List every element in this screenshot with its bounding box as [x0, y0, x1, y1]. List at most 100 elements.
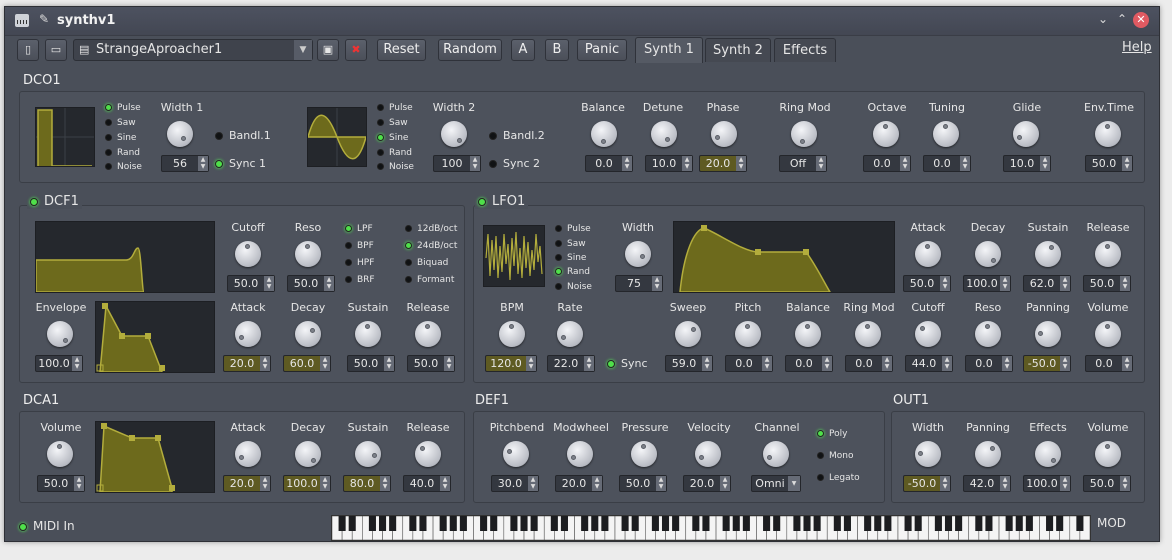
dco1-width1-spin[interactable]: 56 ▲ ▼ [161, 155, 209, 172]
dco1-shape1-saw[interactable]: Saw [105, 118, 136, 128]
dcf1-sustain-spin[interactable]: 50.0 ▲ ▼ [347, 355, 395, 372]
lfo1-cutoff-spin[interactable]: 44.0 ▲ ▼ [905, 355, 953, 372]
dcf1-slope-12[interactable]: 12dB/oct [405, 224, 457, 234]
dco1-sync1-toggle[interactable]: Sync 1 [215, 157, 266, 170]
lfo1-shape-sine[interactable]: Sine [555, 253, 586, 263]
lfo1-release-knob[interactable] [1095, 241, 1121, 267]
dco1-bandl2-toggle[interactable]: Bandl.2 [489, 129, 545, 142]
new-file-button[interactable]: ▯ [17, 39, 39, 61]
def1-channel-combo[interactable]: Omni ▼ [751, 475, 801, 492]
dco1-shape2-noise[interactable]: Noise [377, 162, 414, 172]
def1-velocity-spin[interactable]: 20.0 ▲ ▼ [683, 475, 731, 492]
lfo1-sustain-knob[interactable] [1035, 241, 1061, 267]
lfo1-sweep-knob[interactable] [675, 321, 701, 347]
out1-width-spin[interactable]: -50.0 ▲ ▼ [903, 475, 951, 492]
lfo1-volume-knob[interactable] [1095, 321, 1121, 347]
lfo1-attack-knob[interactable] [915, 241, 941, 267]
dca1-volume-spin[interactable]: 50.0 ▲ ▼ [37, 475, 85, 492]
dco1-envtime-knob[interactable] [1095, 121, 1121, 147]
lfo1-sweep-spin[interactable]: 59.0 ▲ ▼ [665, 355, 713, 372]
lfo1-attack-spin[interactable]: 50.0 ▲ ▼ [903, 275, 951, 292]
lfo1-sync-toggle[interactable]: Sync [607, 357, 648, 370]
dcf1-release-knob[interactable] [415, 321, 441, 347]
a-button[interactable]: A [511, 39, 535, 61]
def1-pitchbend-spin[interactable]: 30.0 ▲ ▼ [491, 475, 539, 492]
lfo1-reso-knob[interactable] [975, 321, 1001, 347]
def1-pressure-spin[interactable]: 50.0 ▲ ▼ [619, 475, 667, 492]
dcf1-slope-biquad[interactable]: Biquad [405, 258, 448, 268]
lfo1-width-spin[interactable]: 75 ▲ ▼ [615, 275, 663, 292]
dco1-phase-spin[interactable]: 20.0 ▲ ▼ [699, 155, 747, 172]
out1-effects-knob[interactable] [1035, 441, 1061, 467]
dcf1-enable-toggle[interactable]: DCF1 [27, 194, 82, 209]
dcf1-slope-formant[interactable]: Formant [405, 275, 454, 285]
dca1-sustain-knob[interactable] [355, 441, 381, 467]
dco1-detune-knob[interactable] [651, 121, 677, 147]
lfo1-shape-rand[interactable]: Rand [555, 267, 590, 277]
dco1-shape2-sine[interactable]: Sine [377, 133, 408, 143]
lfo1-shape-pulse[interactable]: Pulse [555, 224, 591, 234]
dco1-sync2-toggle[interactable]: Sync 2 [489, 157, 540, 170]
dco1-width2-knob[interactable] [441, 121, 467, 147]
dcf1-decay-spin[interactable]: 60.0 ▲ ▼ [283, 355, 331, 372]
close-button[interactable]: ✕ [1133, 12, 1149, 28]
def1-pitchbend-knob[interactable] [503, 441, 529, 467]
lfo1-width-knob[interactable] [625, 241, 651, 267]
def1-velocity-knob[interactable] [695, 441, 721, 467]
dcf1-attack-spin[interactable]: 20.0 ▲ ▼ [223, 355, 271, 372]
lfo1-ringmod-knob[interactable] [855, 321, 881, 347]
preset-combo[interactable]: ▤ StrangeAproacher1 ▼ [73, 39, 313, 61]
dco1-glide-spin[interactable]: 10.0 ▲ ▼ [1003, 155, 1051, 172]
dco1-balance-knob[interactable] [591, 121, 617, 147]
delete-button[interactable]: ✖ [345, 39, 367, 61]
dcf1-type-bpf[interactable]: BPF [345, 241, 374, 251]
lfo1-pitch-knob[interactable] [735, 321, 761, 347]
dcf1-slope-24[interactable]: 24dB/oct [405, 241, 457, 251]
dcf1-reso-spin[interactable]: 50.0 ▲ ▼ [287, 275, 335, 292]
out1-panning-spin[interactable]: 42.0 ▲ ▼ [963, 475, 1011, 492]
dco1-octave-spin[interactable]: 0.0 ▲ ▼ [863, 155, 911, 172]
lfo1-panning-spin[interactable]: -50.0 ▲ ▼ [1023, 355, 1071, 372]
lfo1-panning-knob[interactable] [1035, 321, 1061, 347]
dcf1-attack-knob[interactable] [235, 321, 261, 347]
dco1-detune-spin[interactable]: 10.0 ▲ ▼ [645, 155, 693, 172]
dca1-volume-knob[interactable] [47, 441, 73, 467]
dcf1-sustain-knob[interactable] [355, 321, 381, 347]
dca1-sustain-spin[interactable]: 80.0 ▲ ▼ [343, 475, 391, 492]
dcf1-type-lpf[interactable]: LPF [345, 224, 373, 234]
out1-effects-spin[interactable]: 100.0 ▲ ▼ [1023, 475, 1071, 492]
dco1-shape1-sine[interactable]: Sine [105, 133, 136, 143]
lfo1-enable-toggle[interactable]: LFO1 [475, 194, 529, 209]
def1-channel-knob[interactable] [763, 441, 789, 467]
lfo1-rate-knob[interactable] [557, 321, 583, 347]
pin-icon[interactable]: ✎ [39, 12, 49, 26]
def1-pressure-knob[interactable] [631, 441, 657, 467]
def1-modwheel-spin[interactable]: 20.0 ▲ ▼ [555, 475, 603, 492]
dcf1-decay-knob[interactable] [295, 321, 321, 347]
dco1-ringmod-spin[interactable]: Off ▲ ▼ [779, 155, 827, 172]
dco1-width2-spin[interactable]: 100 ▲ ▼ [433, 155, 481, 172]
open-file-button[interactable]: ▭ [45, 39, 67, 61]
reset-button[interactable]: Reset [377, 39, 426, 61]
maximize-button[interactable]: ⌃ [1114, 12, 1130, 26]
lfo1-shape-saw[interactable]: Saw [555, 239, 586, 249]
dcf1-envelope-knob[interactable] [47, 321, 73, 347]
dcf1-cutoff-spin[interactable]: 50.0 ▲ ▼ [227, 275, 275, 292]
def1-mode-mono[interactable]: Mono [817, 451, 853, 461]
dca1-decay-knob[interactable] [295, 441, 321, 467]
lfo1-reso-spin[interactable]: 0.0 ▲ ▼ [965, 355, 1013, 372]
dcf1-release-spin[interactable]: 50.0 ▲ ▼ [407, 355, 455, 372]
dco1-shape2-pulse[interactable]: Pulse [377, 103, 413, 113]
lfo1-pitch-spin[interactable]: 0.0 ▲ ▼ [725, 355, 773, 372]
lfo1-rate-spin[interactable]: 22.0 ▲ ▼ [547, 355, 595, 372]
tab-effects[interactable]: Effects [774, 38, 836, 62]
dco1-width1-knob[interactable] [167, 121, 193, 147]
dco1-shape2-saw[interactable]: Saw [377, 118, 408, 128]
dco1-glide-knob[interactable] [1013, 121, 1039, 147]
dco1-phase-knob[interactable] [711, 121, 737, 147]
dca1-decay-spin[interactable]: 100.0 ▲ ▼ [283, 475, 331, 492]
dcf1-reso-knob[interactable] [295, 241, 321, 267]
lfo1-decay-knob[interactable] [975, 241, 1001, 267]
dcf1-type-hpf[interactable]: HPF [345, 258, 374, 268]
dco1-tuning-knob[interactable] [933, 121, 959, 147]
